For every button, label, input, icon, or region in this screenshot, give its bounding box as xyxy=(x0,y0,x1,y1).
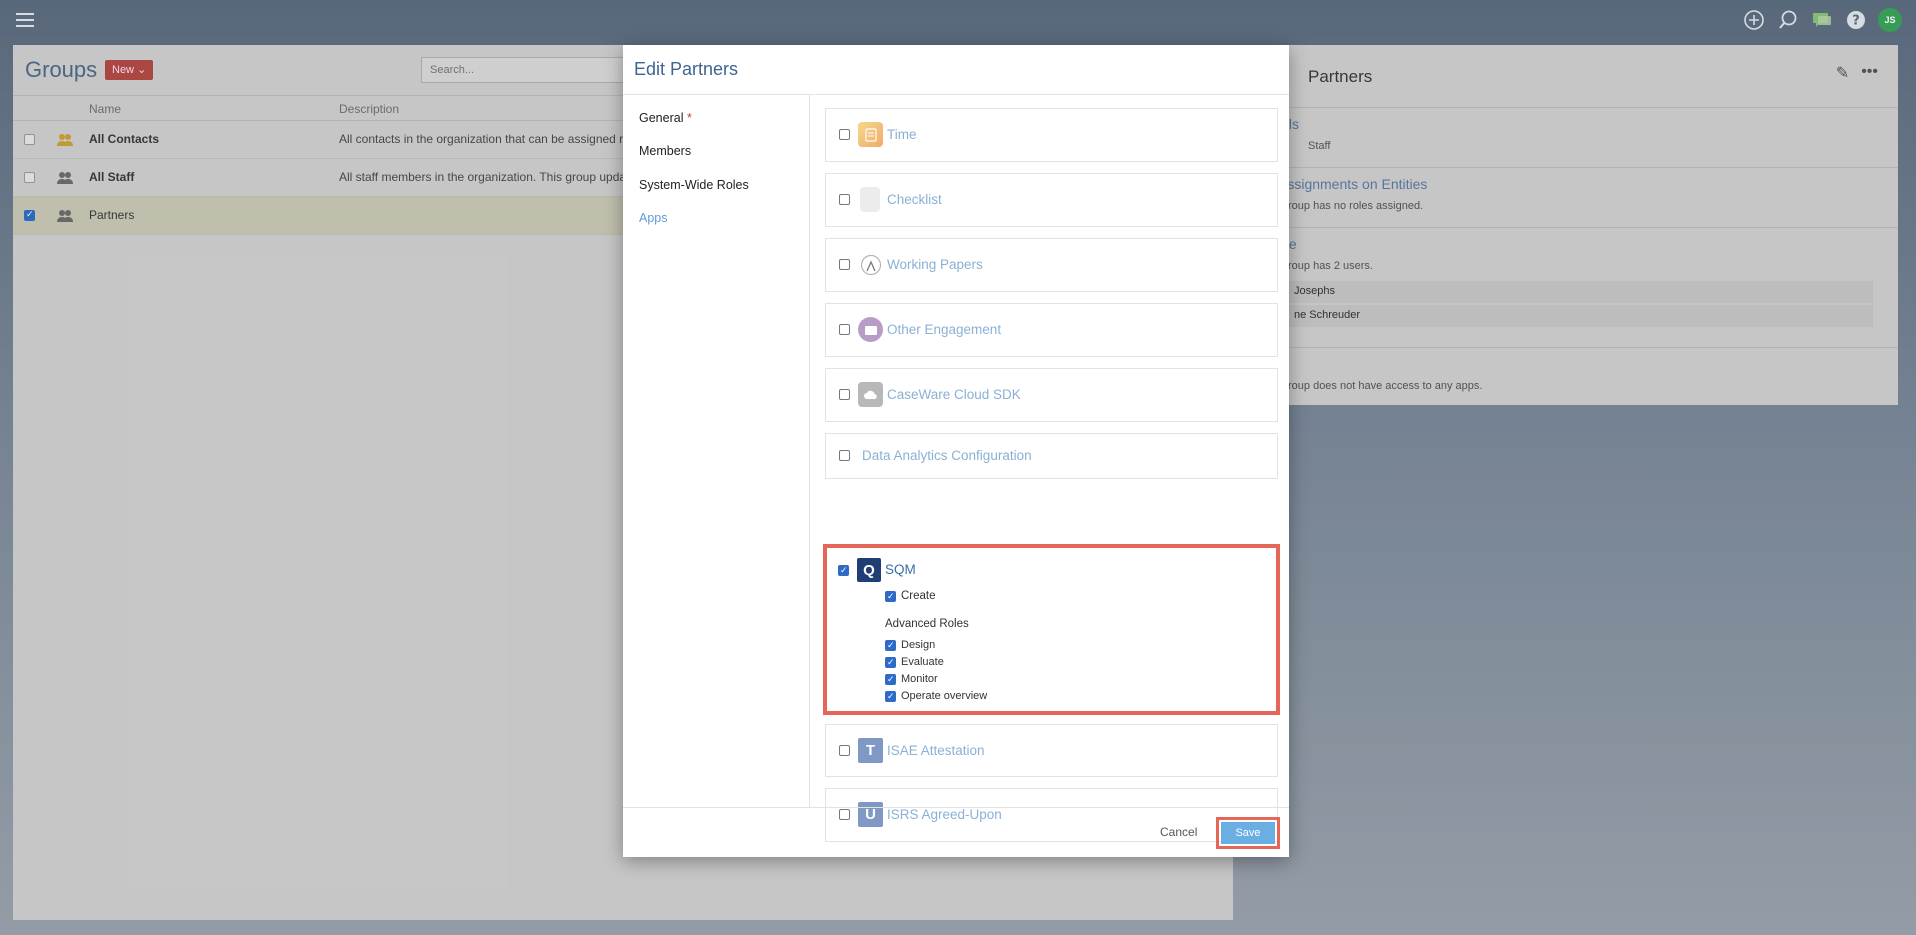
required-marker: * xyxy=(686,111,692,125)
app-card-working-papers: Working Papers xyxy=(825,238,1278,292)
evaluate-checkbox[interactable] xyxy=(885,656,896,668)
sqm-icon: Q xyxy=(857,558,881,582)
isae-icon: T xyxy=(858,737,883,763)
role-label: Design xyxy=(901,639,936,651)
cancel-button[interactable]: Cancel xyxy=(1160,825,1197,839)
app-name: Time xyxy=(887,127,917,142)
app-checkbox[interactable] xyxy=(839,259,850,270)
advanced-roles-title: Advanced Roles xyxy=(885,618,969,630)
cloud-icon xyxy=(858,382,883,407)
app-checkbox[interactable] xyxy=(839,389,850,400)
apps-list: Time Checklist Working Papers Other Enga… xyxy=(811,95,1289,842)
app-name: Other Engagement xyxy=(887,322,1002,337)
sqm-checkbox[interactable] xyxy=(838,564,849,576)
app-card-data-analytics-configuration: Data Analytics Configuration xyxy=(825,433,1278,479)
app-card-checklist: Checklist xyxy=(825,173,1278,227)
app-name: Data Analytics Configuration xyxy=(862,448,1032,463)
app-checkbox[interactable] xyxy=(839,129,850,140)
nav-item-label: General xyxy=(639,111,684,125)
app-checkbox[interactable] xyxy=(839,450,850,461)
checklist-icon xyxy=(860,187,880,212)
operate-overview-checkbox[interactable] xyxy=(885,690,896,702)
create-label: Create xyxy=(901,590,936,602)
role-label: Monitor xyxy=(901,673,938,685)
app-name: CaseWare Cloud SDK xyxy=(887,387,1021,402)
app-card-caseware-cloud-sdk: CaseWare Cloud SDK xyxy=(825,368,1278,422)
dialog-footer: Cancel Save xyxy=(623,807,1289,857)
nav-item-system-wide-roles[interactable]: System-Wide Roles xyxy=(639,178,749,192)
dialog-nav: General * Members System-Wide Roles Apps xyxy=(623,95,810,807)
monitor-checkbox[interactable] xyxy=(885,673,896,685)
save-button[interactable]: Save xyxy=(1221,822,1275,844)
app-card-time: Time xyxy=(825,108,1278,162)
create-checkbox[interactable] xyxy=(885,590,896,602)
design-checkbox[interactable] xyxy=(885,639,896,651)
time-icon xyxy=(858,122,883,147)
app-card-other-engagement: Other Engagement xyxy=(825,303,1278,357)
role-label: Evaluate xyxy=(901,656,944,668)
app-card-isae-attestation: T ISAE Attestation xyxy=(825,724,1278,777)
app-checkbox[interactable] xyxy=(839,324,850,335)
save-button-highlight: Save xyxy=(1216,817,1280,849)
nav-item-members[interactable]: Members xyxy=(639,144,691,158)
edit-partners-dialog: Edit Partners General * Members System-W… xyxy=(623,45,1289,857)
dialog-header: Edit Partners xyxy=(623,45,1289,95)
dialog-title: Edit Partners xyxy=(634,59,739,79)
app-name: ISAE Attestation xyxy=(887,742,985,758)
app-checkbox[interactable] xyxy=(839,744,850,756)
role-label: Operate overview xyxy=(901,690,988,702)
nav-item-general[interactable]: General * xyxy=(639,111,692,125)
other-engagement-icon xyxy=(858,317,883,342)
app-name: Checklist xyxy=(887,192,942,207)
working-papers-icon xyxy=(858,252,883,277)
app-name: Working Papers xyxy=(887,257,983,272)
app-checkbox[interactable] xyxy=(839,194,850,205)
nav-item-apps[interactable]: Apps xyxy=(639,211,668,225)
app-card-sqm-highlighted: Q SQM Create Advanced Roles Design Evalu… xyxy=(823,544,1280,715)
app-name: SQM xyxy=(885,562,916,577)
